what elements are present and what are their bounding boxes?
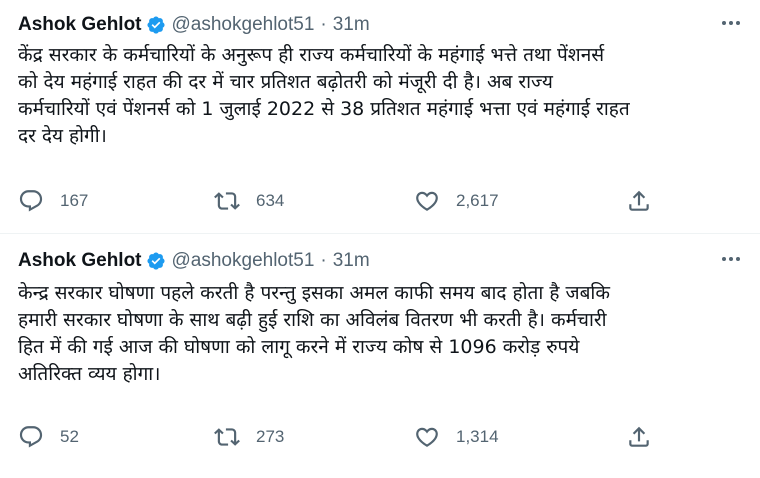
tweet-text-line: को देय महंगाई राहत की दर में चार प्रतिशत… [18, 71, 553, 93]
verified-badge-icon [146, 252, 165, 270]
separator-dot: · [320, 250, 327, 271]
retweet-count: 273 [256, 427, 285, 446]
tweet-actions: 167 634 2,617 [0, 188, 760, 214]
more-icon[interactable] [716, 12, 746, 34]
retweet-count: 634 [256, 191, 285, 210]
share-button[interactable] [626, 188, 652, 214]
retweet-icon [214, 192, 240, 210]
tweet-text: केन्द्र सरकार घोषणा पहले करती है परन्तु … [18, 280, 758, 388]
timestamp[interactable]: 31m [333, 14, 370, 36]
share-button[interactable] [626, 424, 652, 450]
tweet-header: Ashok Gehlot @ashokgehlot51 · 31m [18, 250, 370, 272]
timestamp[interactable]: 31m [333, 250, 370, 272]
tweet-text-line: केन्द्र सरकार घोषणा पहले करती है परन्तु … [18, 282, 610, 304]
author-name[interactable]: Ashok Gehlot [18, 250, 142, 272]
share-icon [629, 426, 649, 447]
like-count: 1,314 [456, 427, 499, 446]
reply-count: 52 [60, 427, 79, 446]
verified-badge-icon [146, 16, 165, 34]
tweet-text-line: दर देय होगी। [18, 125, 107, 147]
tweet[interactable]: Ashok Gehlot @ashokgehlot51 · 31m केन्द्… [0, 234, 760, 478]
reply-count: 167 [60, 191, 89, 210]
like-button[interactable]: 2,617 [414, 188, 499, 214]
tweet[interactable]: Ashok Gehlot @ashokgehlot51 · 31m केंद्र… [0, 0, 760, 234]
retweet-button[interactable]: 273 [214, 424, 284, 450]
reply-button[interactable]: 52 [18, 424, 79, 450]
like-button[interactable]: 1,314 [414, 424, 499, 450]
tweet-header: Ashok Gehlot @ashokgehlot51 · 31m [18, 14, 370, 36]
tweet-text-line: हित में की गई आज की घोषणा को लागू करने म… [18, 336, 580, 358]
like-icon [416, 427, 438, 447]
separator-dot: · [320, 14, 327, 35]
author-handle[interactable]: @ashokgehlot51 [172, 250, 315, 272]
reply-icon [19, 190, 43, 212]
reply-icon [19, 426, 43, 448]
retweet-button[interactable]: 634 [214, 188, 284, 214]
retweet-icon [214, 428, 240, 446]
tweet-text-line: हमारी सरकार घोषणा के साथ बढ़ी हुई राशि क… [18, 309, 607, 331]
like-count: 2,617 [456, 191, 499, 210]
tweet-text-line: अतिरिक्त व्यय होगा। [18, 363, 161, 385]
more-icon[interactable] [716, 248, 746, 270]
tweet-text-line: केंद्र सरकार के कर्मचारियों के अनुरूप ही… [18, 44, 605, 66]
tweet-text-line: कर्मचारियों एवं पेंशनर्स को 1 जुलाई 2022… [18, 98, 630, 120]
tweet-actions: 52 273 1,314 [0, 424, 760, 450]
author-name[interactable]: Ashok Gehlot [18, 14, 142, 36]
author-handle[interactable]: @ashokgehlot51 [172, 14, 315, 36]
share-icon [629, 190, 649, 211]
like-icon [416, 191, 438, 211]
tweet-text: केंद्र सरकार के कर्मचारियों के अनुरूप ही… [18, 42, 758, 150]
reply-button[interactable]: 167 [18, 188, 88, 214]
